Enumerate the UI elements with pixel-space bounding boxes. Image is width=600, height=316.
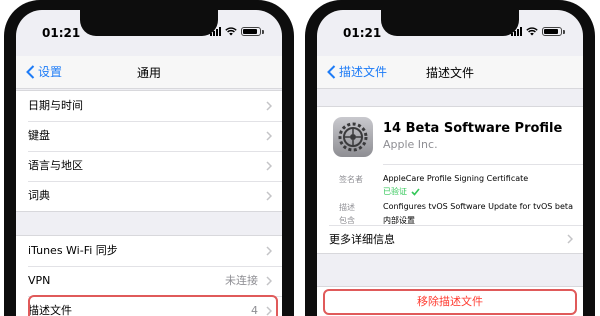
- row-label: 键盘: [28, 129, 50, 142]
- chevron-right-icon: [266, 246, 272, 256]
- navigation-bar: 描述文件 描述文件: [317, 56, 583, 89]
- settings-group-1: 日期与时间 键盘 语言与地区 词典: [16, 90, 282, 212]
- chevron-right-icon: [567, 234, 573, 244]
- status-time: 01:21: [343, 26, 382, 40]
- profile-organization: Apple Inc.: [383, 138, 438, 151]
- row-label: 日期与时间: [28, 99, 83, 112]
- battery-icon: [241, 27, 261, 36]
- more-details-row[interactable]: 更多详细信息: [329, 226, 395, 253]
- highlight-box: [323, 289, 577, 315]
- chevron-right-icon: [266, 161, 272, 171]
- phone-notch: [381, 10, 519, 36]
- page-title: 描述文件: [425, 66, 474, 80]
- divider: [383, 164, 583, 165]
- row-label: VPN: [28, 274, 51, 287]
- highlight-box: [28, 295, 278, 316]
- navigation-bar: 设置 通用: [16, 56, 282, 89]
- status-icons: [210, 27, 264, 36]
- row-language-region[interactable]: 语言与地区: [16, 151, 282, 181]
- row-vpn[interactable]: VPN 未连接: [16, 266, 282, 296]
- signed-by-label: 签名者: [339, 175, 363, 184]
- gear-icon: [338, 122, 368, 152]
- battery-icon: [542, 27, 562, 36]
- row-label: 语言与地区: [28, 159, 83, 172]
- wifi-icon: [526, 27, 538, 36]
- chevron-right-icon: [266, 101, 272, 111]
- phone-screen: 01:21 设置 通用 日期与时间 键盘 语言与地区 词典 iTunes Wi-…: [16, 10, 282, 316]
- row-dictionary[interactable]: 词典: [16, 181, 282, 211]
- status-icons: [511, 27, 565, 36]
- phone-screen: 01:21 描述文件 描述文件 14 Beta Software Profile…: [317, 10, 583, 316]
- battery-tip: [262, 29, 264, 34]
- chevron-right-icon: [266, 276, 272, 286]
- battery-tip: [563, 29, 565, 34]
- signed-by-value: AppleCare Profile Signing Certificate: [383, 174, 529, 183]
- vpn-status: 未连接: [225, 274, 258, 287]
- settings-gear-icon: [333, 117, 373, 157]
- chevron-right-icon: [266, 191, 272, 201]
- phone-frame-profile: 01:21 描述文件 描述文件 14 Beta Software Profile…: [305, 0, 595, 316]
- page-title: 通用: [136, 66, 161, 80]
- cellular-signal-icon: [511, 27, 522, 36]
- profile-card: 14 Beta Software Profile Apple Inc. 签名者 …: [317, 106, 583, 254]
- phone-frame-general: 01:21 设置 通用 日期与时间 键盘 语言与地区 词典 iTunes Wi-…: [4, 0, 294, 316]
- phone-notch: [80, 10, 218, 36]
- row-label: iTunes Wi-Fi 同步: [28, 244, 118, 257]
- verified-label: 已验证: [383, 187, 407, 196]
- checkmark-icon: [411, 187, 420, 196]
- verified-status: 已验证: [383, 186, 420, 197]
- row-label: 词典: [28, 189, 50, 202]
- cellular-signal-icon: [210, 27, 221, 36]
- profile-name: 14 Beta Software Profile: [383, 121, 563, 136]
- status-time: 01:21: [42, 26, 81, 40]
- description-label: 描述: [339, 203, 355, 212]
- row-itunes-wifi-sync[interactable]: iTunes Wi-Fi 同步: [16, 236, 282, 266]
- description-value: Configures tvOS Software Update for tvOS…: [383, 202, 573, 211]
- wifi-icon: [225, 27, 237, 36]
- row-date-time[interactable]: 日期与时间: [16, 91, 282, 121]
- row-keyboard[interactable]: 键盘: [16, 121, 282, 151]
- chevron-right-icon: [266, 131, 272, 141]
